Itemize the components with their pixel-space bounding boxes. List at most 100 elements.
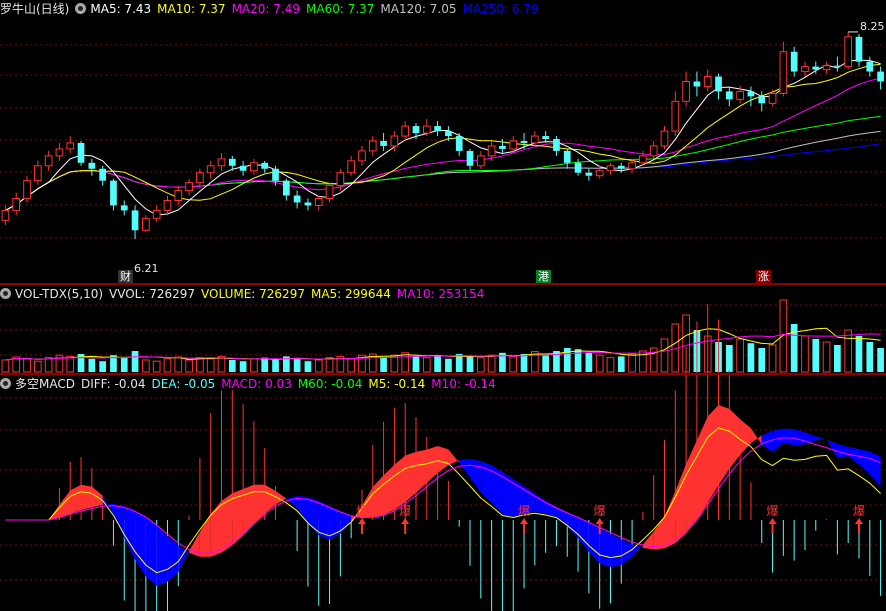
candle-body (844, 36, 853, 68)
volume-bar (855, 336, 863, 372)
macd-ribbon-segment (653, 516, 665, 550)
volume-bar (779, 299, 788, 373)
volume-bar (466, 356, 474, 372)
volume-bar (1, 359, 10, 373)
m60-value: M60: -0.04 (297, 377, 363, 391)
m5-value: M5: -0.14 (368, 377, 426, 391)
candle-body (877, 71, 884, 82)
macd-ribbon-segment (102, 495, 114, 515)
candle-body (509, 140, 518, 150)
candle-body (33, 165, 42, 182)
macd-ribbon-segment (686, 440, 697, 534)
volume-bar (304, 361, 312, 372)
volume-bar (606, 357, 615, 373)
volume-bar (445, 358, 452, 372)
signal-arrow-icon (595, 518, 604, 524)
candle-body (120, 205, 128, 211)
signal-label: 爆 (356, 504, 368, 518)
volume-bar (99, 361, 106, 372)
candle-body (703, 76, 712, 87)
candle-body (380, 141, 387, 146)
candle-body (487, 145, 496, 157)
candle-body (476, 155, 485, 167)
candle-body (88, 162, 96, 169)
macd-ribbon-segment (394, 455, 406, 510)
volume-bar (628, 353, 636, 373)
candle-body (574, 162, 582, 173)
volume-bar (217, 355, 226, 373)
candle-body (693, 81, 701, 87)
macd-ribbon-segment (599, 528, 611, 568)
candle-body (99, 168, 106, 181)
candle-body (142, 217, 150, 231)
macd-ribbon-segment (372, 475, 384, 518)
macd-ribbon-segment (750, 428, 762, 445)
volume-bar (239, 361, 247, 372)
candle-body (239, 165, 247, 171)
candle-body (595, 170, 604, 177)
volume-bar (476, 357, 485, 373)
vol-ma10-value: MA10: 253154 (396, 287, 485, 301)
macd-ribbon-segment (415, 449, 427, 493)
gear-icon[interactable] (0, 378, 11, 389)
candle-body (152, 209, 161, 219)
macd-ribbon-segment (502, 471, 514, 517)
macd-ribbon-segment (675, 463, 687, 544)
volume-bar (174, 356, 183, 373)
macd-ribbon-segment (610, 533, 622, 568)
macd-ribbon-segment (588, 522, 600, 564)
volume-bar (314, 359, 323, 373)
candle-body (530, 135, 539, 144)
candle-body (736, 90, 744, 100)
candle-body (336, 172, 345, 187)
macd-ribbon-segment (405, 451, 416, 503)
event-tag-cai[interactable]: 财 (118, 270, 133, 283)
chart-canvas[interactable]: 爆爆爆爆爆爆 (0, 0, 886, 611)
gear-icon[interactable] (0, 288, 11, 299)
volume-bar (866, 342, 874, 372)
candle-body (499, 145, 506, 149)
macd-ribbon-segment (167, 535, 179, 582)
signal-label: 爆 (767, 504, 779, 518)
volume-bar (520, 354, 528, 372)
volume-bar (228, 360, 236, 372)
volume-bar (196, 357, 204, 373)
ma10-line (5, 63, 881, 211)
high-price-label: 8.25 (860, 20, 885, 33)
candle-body (790, 51, 798, 72)
candle-body (55, 148, 64, 157)
volume-bar (877, 348, 884, 372)
m10-value: M10: -0.14 (431, 377, 496, 391)
volume-bar (293, 358, 301, 372)
macd-ribbon-segment (459, 459, 471, 478)
macd-ribbon-segment (794, 429, 805, 446)
candle-body (585, 172, 593, 176)
candle-body (325, 185, 334, 200)
volume-bar (509, 355, 518, 373)
candle-body (563, 150, 571, 163)
macd-ribbon-segment (81, 484, 92, 510)
event-tag-gang[interactable]: 港 (536, 270, 551, 283)
diff-value: DIFF: -0.04 (80, 377, 146, 391)
macd-ribbon-segment (156, 525, 168, 586)
candle-body (110, 180, 117, 206)
candle-body (12, 198, 21, 211)
event-tag-zhang[interactable]: 涨 (756, 270, 771, 283)
candle-body (812, 66, 820, 70)
ma20-line (5, 77, 881, 211)
volume-bar (617, 356, 625, 372)
candle-body (801, 66, 809, 73)
candle-body (228, 158, 236, 166)
vvol-value: VVOL: 726297 (109, 287, 196, 301)
candle-body (628, 162, 636, 170)
vol-indicator-name[interactable]: VOL-TDX(5,10) (15, 287, 103, 301)
candle-body (261, 162, 269, 169)
macd-ribbon-segment (145, 516, 157, 586)
volume-bar (44, 357, 53, 373)
candle-body (455, 136, 463, 151)
macd-indicator-name[interactable]: 多空MACD (15, 377, 75, 391)
candle-body (866, 61, 874, 72)
volume-bar (163, 358, 172, 373)
volume-bar (120, 357, 128, 372)
dea-value: DEA: -0.05 (151, 377, 216, 391)
